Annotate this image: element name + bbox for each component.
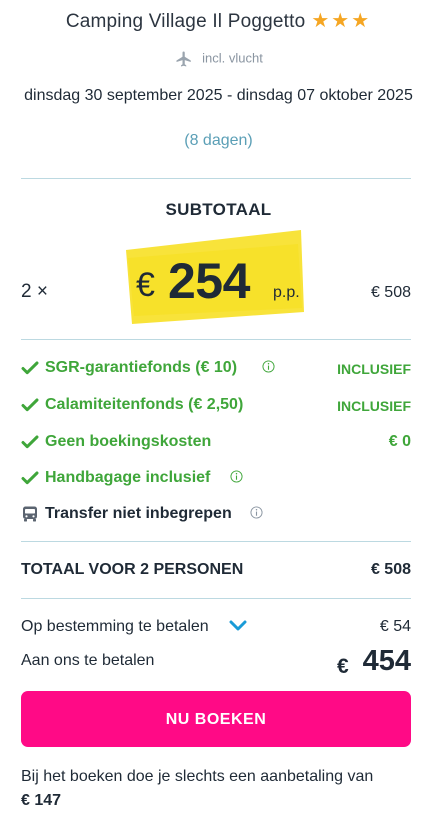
flight-label: incl. vlucht xyxy=(202,50,263,66)
trip-duration: (8 dagen) xyxy=(184,132,253,149)
star-rating: ★★★ xyxy=(311,10,372,32)
item-value: INCLUSIEF xyxy=(337,361,411,377)
checkmark-icon xyxy=(21,398,39,412)
list-item-transfer: Transfer niet inbegrepen xyxy=(21,503,411,527)
price-currency: € xyxy=(136,266,155,304)
divider xyxy=(21,541,411,542)
checkmark-icon xyxy=(21,471,39,485)
list-item-handbagage: Handbagage inclusief xyxy=(21,467,411,491)
list-item-sgr: SGR-garantiefonds (€ 10) INCLUSIEF xyxy=(21,357,411,381)
list-item-calamiteiten: Calamiteitenfonds (€ 2,50) INCLUSIEF xyxy=(21,394,411,418)
deposit-note-text: Bij het boeken doe je slechts een aanbet… xyxy=(21,768,374,785)
airplane-icon xyxy=(176,51,191,67)
total-label: TOTAAL VOOR 2 PERSONEN xyxy=(21,561,244,578)
divider xyxy=(21,178,411,179)
item-label: Handbagage inclusief xyxy=(45,469,211,486)
divider xyxy=(21,339,411,340)
total-value: € 508 xyxy=(370,561,411,578)
info-icon[interactable] xyxy=(262,360,275,373)
info-icon[interactable] xyxy=(250,506,263,519)
destination-pay-value: € 54 xyxy=(379,618,411,635)
item-label: Calamiteitenfonds (€ 2,50) xyxy=(45,396,244,413)
item-value: INCLUSIEF xyxy=(337,398,411,414)
deposit-note: Bij het boeken doe je slechts een aanbet… xyxy=(21,765,416,813)
list-item-boekingskosten: Geen boekingskosten € 0 xyxy=(21,431,411,455)
checkmark-icon xyxy=(21,435,39,449)
info-icon[interactable] xyxy=(230,470,243,483)
checkmark-icon xyxy=(21,361,39,375)
pay-now-currency: € xyxy=(337,655,349,678)
price-per-person: 254 xyxy=(168,253,250,309)
subtotal-heading: SUBTOTAAL xyxy=(165,200,272,219)
per-person-label: p.p. xyxy=(273,284,300,301)
divider xyxy=(21,598,411,599)
bus-icon xyxy=(23,506,37,522)
item-label: Geen boekingskosten xyxy=(45,433,212,450)
book-now-button[interactable]: NU BOEKEN xyxy=(21,691,411,747)
item-label: Transfer niet inbegrepen xyxy=(45,505,232,522)
destination-pay-label[interactable]: Op bestemming te betalen xyxy=(21,618,209,636)
flight-info: incl. vlucht xyxy=(0,50,437,68)
subtotal-amount: € 508 xyxy=(370,284,411,301)
chevron-down-icon[interactable] xyxy=(229,619,247,633)
travel-dates: dinsdag 30 september 2025 - dinsdag 07 o… xyxy=(24,87,413,104)
item-value: € 0 xyxy=(388,433,411,450)
pay-now-value: 454 xyxy=(362,645,411,677)
pay-now-label: Aan ons te betalen xyxy=(21,652,155,669)
item-label: SGR-garantiefonds (€ 10) xyxy=(45,359,238,376)
hotel-name: Camping Village Il Poggetto xyxy=(65,11,306,32)
quantity: 2 × xyxy=(21,281,48,302)
deposit-amount: € 147 xyxy=(21,792,62,809)
hotel-title: Camping Village Il Poggetto ★★★ xyxy=(0,8,437,33)
